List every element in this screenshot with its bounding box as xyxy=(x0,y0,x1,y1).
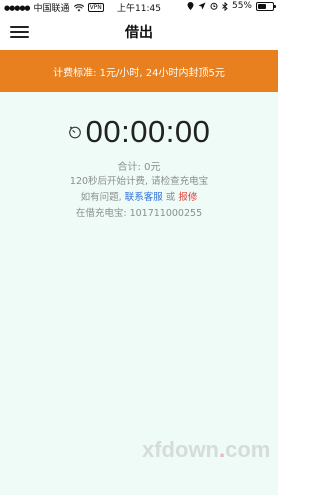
alarm-icon xyxy=(210,2,218,10)
status-bar: ●●●●● 中国联通 VPN 上午11:45 55% xyxy=(0,0,278,14)
timer-row: 00:00:00 xyxy=(0,112,278,152)
watermark-text-a: xfdown xyxy=(142,437,219,462)
battery-fill xyxy=(258,3,266,9)
info-block: 120秒后开始计费, 请检查充电宝 如有问题, 联系客服 或 报修 在借充电宝:… xyxy=(0,174,278,222)
help-line: 如有问题, 联系客服 或 报修 xyxy=(0,190,278,206)
fee-standard-text: 计费标准: 1元/小时, 24小时内封顶5元 xyxy=(53,67,225,79)
contact-support-link[interactable]: 联系客服 xyxy=(125,192,163,203)
elapsed-timer: 00:00:00 xyxy=(85,114,211,149)
bluetooth-icon xyxy=(222,1,228,11)
battery-percent: 55% xyxy=(231,1,252,11)
watermark-logo: xfdown.com xyxy=(142,437,270,463)
stopwatch-icon xyxy=(68,126,81,139)
battery-icon xyxy=(256,1,276,11)
page-title: 借出 xyxy=(125,25,153,41)
watermark-text-b: com xyxy=(225,437,271,462)
or-text: 或 xyxy=(165,192,176,203)
help-prefix: 如有问题, xyxy=(80,192,122,203)
nav-bar: 借出 xyxy=(0,14,278,50)
fee-banner: 计费标准: 1元/小时, 24小时内封顶5元 xyxy=(0,50,278,92)
billing-start-notice: 120秒后开始计费, 请检查充电宝 xyxy=(69,176,209,187)
location-icon xyxy=(187,2,194,10)
main-content: 00:00:00 合计: 0元 120秒后开始计费, 请检查充电宝 如有问题, … xyxy=(0,92,278,495)
status-right: 55% xyxy=(187,1,276,11)
navigation-arrow-icon xyxy=(198,2,206,10)
total-amount: 合计: 0元 xyxy=(117,162,161,173)
borrowed-powerbank-id: 在借充电宝: 101711000255 xyxy=(75,208,203,219)
report-repair-link[interactable]: 报修 xyxy=(178,192,197,203)
